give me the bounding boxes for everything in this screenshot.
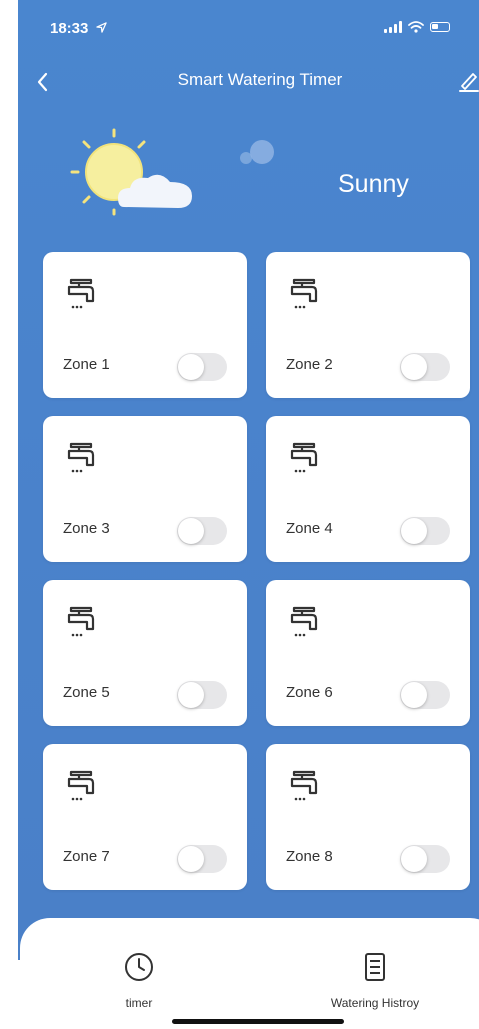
zone-label: Zone 1 xyxy=(63,356,110,373)
page-title: Smart Watering Timer xyxy=(177,70,343,89)
faucet-icon xyxy=(67,274,97,314)
zone-label: Zone 7 xyxy=(63,848,110,865)
zone-card-8[interactable]: Zone 8 xyxy=(266,744,470,890)
zone-card-4[interactable]: Zone 4 xyxy=(266,416,470,562)
toggle-knob xyxy=(401,682,427,708)
zone-card-2[interactable]: Zone 2 xyxy=(266,252,470,398)
document-list-icon xyxy=(365,953,385,981)
zone-label: Zone 6 xyxy=(286,684,333,701)
zone-card-3[interactable]: Zone 3 xyxy=(43,416,247,562)
zone-4-toggle[interactable] xyxy=(400,517,450,545)
edit-pencil-icon xyxy=(459,73,479,92)
zone-8-toggle[interactable] xyxy=(400,845,450,873)
zone-card-5[interactable]: Zone 5 xyxy=(43,580,247,726)
toggle-knob xyxy=(401,846,427,872)
edit-button[interactable] xyxy=(458,68,479,94)
tab-timer-label: timer xyxy=(125,996,153,1010)
sun-cloud-icon xyxy=(70,128,192,216)
status-icons xyxy=(384,21,450,33)
zone-card-1[interactable]: Zone 1 xyxy=(43,252,247,398)
decorative-bubble xyxy=(240,140,274,164)
faucet-icon xyxy=(67,602,97,642)
zone-label: Zone 4 xyxy=(286,520,333,537)
signal-icon xyxy=(384,21,402,33)
tab-watering-history-label: Watering Histroy xyxy=(330,996,420,1010)
bottom-tab-bar: timer Watering Histroy xyxy=(20,918,479,1029)
status-time-text: 18:33 xyxy=(50,20,89,37)
zone-6-toggle[interactable] xyxy=(400,681,450,709)
zone-label: Zone 2 xyxy=(286,356,333,373)
clock-icon xyxy=(125,953,153,981)
toggle-knob xyxy=(178,518,204,544)
home-indicator xyxy=(172,1019,344,1024)
toggle-knob xyxy=(401,354,427,380)
chevron-left-icon xyxy=(37,72,48,92)
weather-condition: Sunny xyxy=(338,170,409,198)
location-arrow-icon xyxy=(95,22,107,33)
faucet-icon xyxy=(290,438,320,478)
tab-timer[interactable]: timer xyxy=(59,950,219,1020)
zone-1-toggle[interactable] xyxy=(177,353,227,381)
faucet-icon xyxy=(290,602,320,642)
toggle-knob xyxy=(178,354,204,380)
zone-7-toggle[interactable] xyxy=(177,845,227,873)
toggle-knob xyxy=(178,682,204,708)
battery-icon xyxy=(430,22,450,32)
wifi-icon xyxy=(408,21,424,33)
back-button[interactable] xyxy=(34,68,54,96)
app-screen: 18:33 Smart Watering Timer Sunny Zone 1 … xyxy=(0,0,479,1029)
status-time: 18:33 xyxy=(50,20,107,37)
faucet-icon xyxy=(290,274,320,314)
zone-label: Zone 3 xyxy=(63,520,110,537)
faucet-icon xyxy=(290,766,320,806)
zone-card-6[interactable]: Zone 6 xyxy=(266,580,470,726)
zone-3-toggle[interactable] xyxy=(177,517,227,545)
zone-2-toggle[interactable] xyxy=(400,353,450,381)
toggle-knob xyxy=(178,846,204,872)
tab-watering-history[interactable]: Watering Histroy xyxy=(295,950,455,1020)
faucet-icon xyxy=(67,766,97,806)
zone-card-7[interactable]: Zone 7 xyxy=(43,744,247,890)
toggle-knob xyxy=(401,518,427,544)
zone-label: Zone 8 xyxy=(286,848,333,865)
zone-5-toggle[interactable] xyxy=(177,681,227,709)
faucet-icon xyxy=(67,438,97,478)
zone-label: Zone 5 xyxy=(63,684,110,701)
